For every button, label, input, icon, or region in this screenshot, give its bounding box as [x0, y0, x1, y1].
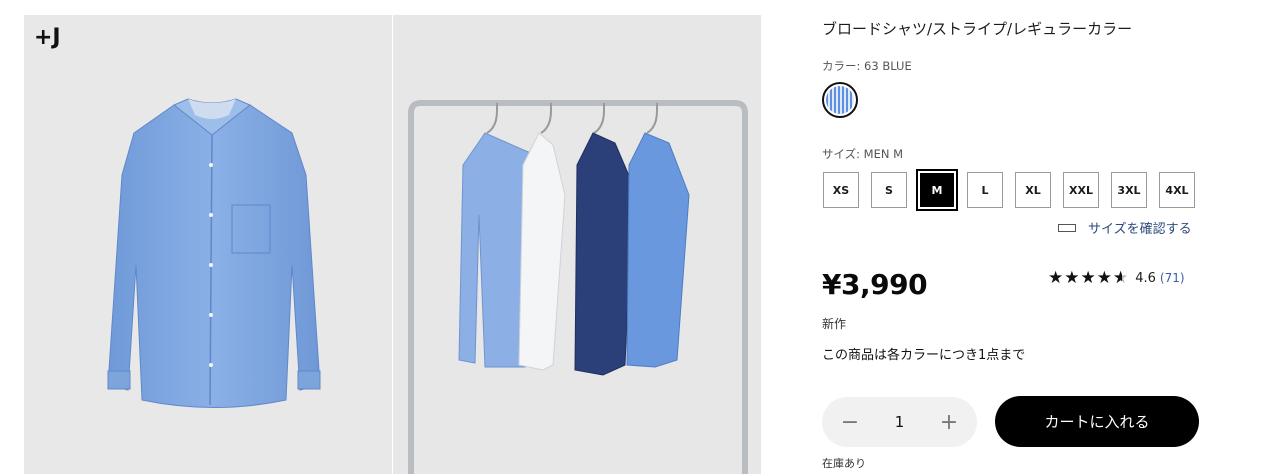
product-info-panel: ブロードシャツ/ストライプ/レギュラーカラー カラー: 63 BLUE サイズ:… [822, 0, 1202, 474]
product-price: ¥3,990 [822, 268, 928, 301]
new-badge: 新作 [822, 317, 847, 331]
size-option-3xl[interactable]: 3XL [1111, 172, 1147, 208]
size-check-label: サイズを確認する [1088, 222, 1192, 237]
purchase-limit-note: この商品は各カラーにつき1点まで [822, 348, 1026, 363]
size-option-xxl[interactable]: XXL [1063, 172, 1099, 208]
brand-logo: +J [34, 25, 61, 50]
size-check-link[interactable]: サイズを確認する [1058, 218, 1192, 237]
review-count-link[interactable]: (71) [1160, 271, 1185, 285]
size-option-l[interactable]: L [967, 172, 1003, 208]
size-option-4xl[interactable]: 4XL [1159, 172, 1195, 208]
product-image-rack[interactable] [393, 15, 761, 474]
size-option-xl[interactable]: XL [1015, 172, 1051, 208]
minus-icon[interactable]: − [840, 410, 860, 435]
color-label: カラー: 63 BLUE [822, 59, 912, 73]
size-option-xs[interactable]: XS [823, 172, 859, 208]
add-to-cart-button[interactable]: カートに入れる [995, 396, 1199, 447]
color-swatch-blue[interactable] [822, 82, 858, 118]
ruler-icon [1058, 223, 1076, 232]
quantity-value[interactable]: 1 [895, 413, 905, 431]
size-selector: XS S M L XL XXL 3XL 4XL [823, 169, 1207, 211]
shirt-illustration [107, 98, 321, 408]
product-image-main[interactable]: +J [24, 15, 392, 474]
rating-summary[interactable]: ★★★★★ ★ 4.6 (71) [1048, 268, 1185, 288]
quantity-stepper: − 1 + [822, 397, 977, 447]
stock-status: 在庫あり [822, 457, 866, 470]
size-label: サイズ: MEN M [822, 147, 904, 161]
size-option-m[interactable]: M [916, 169, 958, 211]
plus-icon[interactable]: + [939, 410, 959, 435]
rating-value: 4.6 [1135, 270, 1156, 286]
star-rating-icon: ★★★★★ ★ [1048, 268, 1130, 288]
rack-illustration [408, 100, 748, 474]
color-swatch-pattern [826, 86, 854, 114]
size-option-s[interactable]: S [871, 172, 907, 208]
product-title: ブロードシャツ/ストライプ/レギュラーカラー [822, 20, 1133, 38]
